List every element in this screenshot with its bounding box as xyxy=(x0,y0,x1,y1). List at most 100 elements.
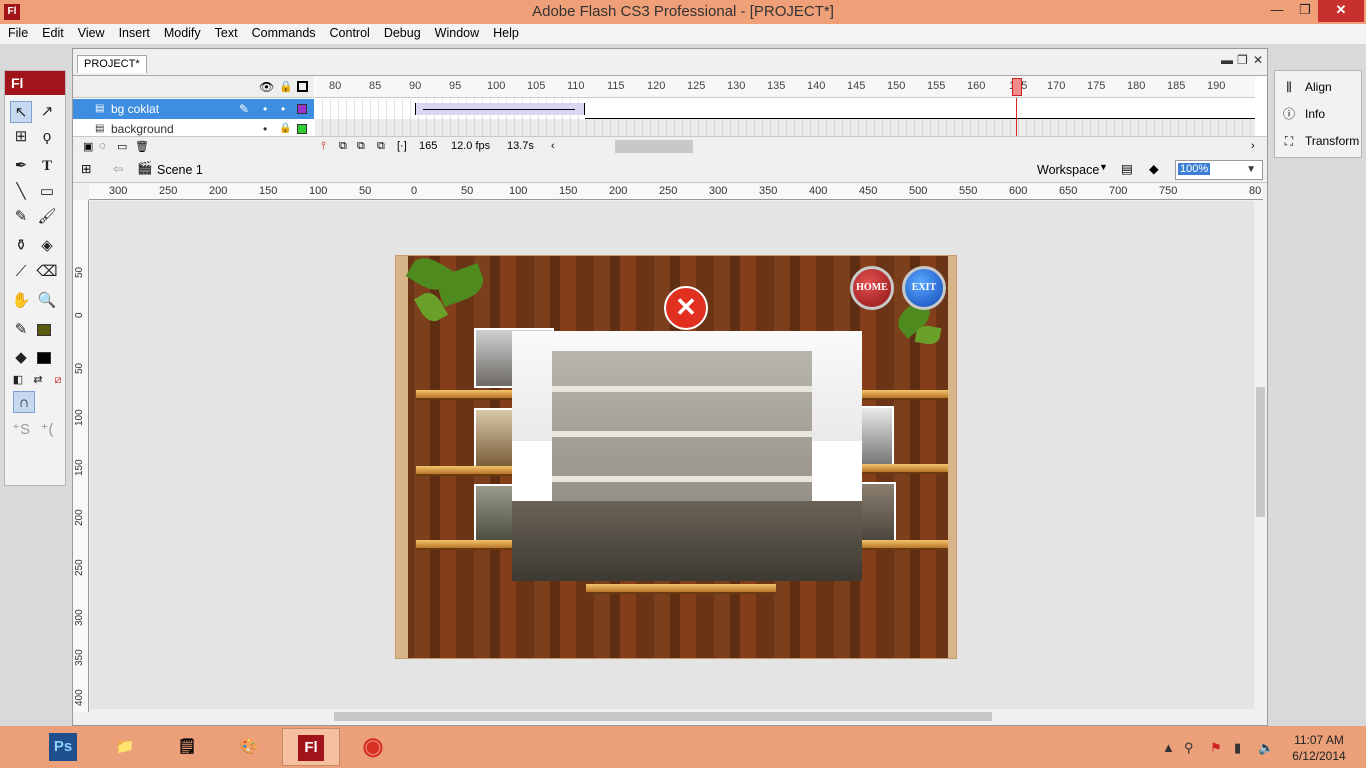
document-tab[interactable]: PROJECT* xyxy=(77,55,147,73)
fill-color-icon[interactable]: ◆ xyxy=(10,347,32,369)
add-motion-guide-icon[interactable]: ◌ xyxy=(99,140,106,152)
menu-edit[interactable]: Edit xyxy=(34,24,70,40)
menu-file[interactable]: File xyxy=(0,24,34,40)
building-photo[interactable] xyxy=(512,331,862,581)
straighten-icon[interactable]: ⁺( xyxy=(36,419,58,441)
edit-scene-icon[interactable]: ▤ xyxy=(1121,161,1133,176)
paint-icon[interactable]: 🎨 xyxy=(220,728,278,766)
horizontal-scroll-thumb[interactable] xyxy=(334,712,992,721)
center-frame-icon[interactable]: ⫯ xyxy=(321,140,326,153)
menu-debug[interactable]: Debug xyxy=(376,24,427,40)
scroll-right-icon[interactable]: › xyxy=(1251,140,1255,152)
thumbnail-photo[interactable] xyxy=(860,482,896,544)
stage-close-button[interactable]: ✕ xyxy=(664,286,708,330)
home-button[interactable]: HOME xyxy=(850,266,894,310)
flash-icon[interactable]: Fl xyxy=(298,735,324,761)
align-panel-button[interactable]: ⫼ Align xyxy=(1279,75,1331,99)
eraser-tool-icon[interactable]: ⌫ xyxy=(36,261,58,283)
thumbnail-photo[interactable] xyxy=(474,484,514,542)
hand-tool-icon[interactable]: ✋ xyxy=(10,290,32,312)
menu-help[interactable]: Help xyxy=(485,24,525,40)
menu-modify[interactable]: Modify xyxy=(156,24,207,40)
swap-colors-icon[interactable]: ⇄ xyxy=(27,369,49,391)
snap-magnet-icon[interactable]: ∩ xyxy=(13,391,35,413)
zoom-chevron-icon[interactable]: ▼ xyxy=(1244,164,1258,175)
doc-minimize-icon[interactable]: ▬ xyxy=(1221,53,1233,67)
menu-text[interactable]: Text xyxy=(207,24,244,40)
free-transform-tool-icon[interactable]: ⊞ xyxy=(10,126,32,148)
timeline-toggle-icon[interactable]: ⊞ xyxy=(81,161,91,176)
transform-panel-button[interactable]: ⛶ Transform xyxy=(1279,129,1359,153)
restore-button[interactable]: ❐ xyxy=(1290,0,1320,22)
exit-button[interactable]: EXIT xyxy=(902,266,946,310)
close-button[interactable]: ✕ xyxy=(1318,0,1364,22)
scene-name[interactable]: Scene 1 xyxy=(157,163,203,177)
frames-row-bg-coklat[interactable] xyxy=(315,99,1255,119)
layer-color-box[interactable] xyxy=(297,104,307,114)
menu-insert[interactable]: Insert xyxy=(111,24,156,40)
timeline-scroll-thumb[interactable] xyxy=(615,140,693,153)
eyedropper-tool-icon[interactable]: ⟋ xyxy=(10,261,32,283)
line-tool-icon[interactable]: ╲ xyxy=(10,181,32,203)
selection-tool-icon[interactable]: ↖ xyxy=(10,101,32,123)
lock-all-icon[interactable]: 🔒 xyxy=(279,80,293,93)
folder-icon[interactable]: 📁 xyxy=(96,728,154,766)
layer-visible-dot[interactable]: • xyxy=(263,99,267,119)
rectangle-tool-icon[interactable]: ▭ xyxy=(36,181,58,203)
doc-close-icon[interactable]: ✕ xyxy=(1253,53,1263,67)
layer-lock-dot[interactable]: • xyxy=(281,99,285,119)
horizontal-scrollbar[interactable] xyxy=(90,709,1254,723)
thumbnail-photo[interactable] xyxy=(860,406,894,466)
no-color-icon[interactable]: ⧄ xyxy=(47,369,69,391)
insert-folder-icon[interactable]: ▭ xyxy=(117,140,127,153)
menu-control[interactable]: Control xyxy=(322,24,376,40)
lasso-tool-icon[interactable]: ϙ xyxy=(36,126,58,148)
layer-color-box[interactable] xyxy=(297,124,307,134)
text-tool-icon[interactable]: T xyxy=(36,155,58,177)
brush-tool-icon[interactable]: 🖌 xyxy=(36,206,58,228)
tray-chevron-icon[interactable]: ▲ xyxy=(1162,740,1175,755)
menu-view[interactable]: View xyxy=(70,24,111,40)
onion-skin-icon[interactable]: ⧉ xyxy=(339,140,347,153)
playhead[interactable] xyxy=(1012,78,1022,96)
notes-icon[interactable]: 🗒 xyxy=(158,728,216,766)
modify-onion-markers-icon[interactable]: [·] xyxy=(397,140,407,152)
fill-color-swatch[interactable] xyxy=(37,352,51,364)
workspace-dropdown[interactable]: Workspace xyxy=(1037,163,1099,177)
thumbnail-photo[interactable] xyxy=(474,408,514,468)
onion-outlines-icon[interactable]: ⧉ xyxy=(357,140,365,153)
menu-commands[interactable]: Commands xyxy=(244,24,322,40)
photoshop-icon[interactable]: Ps xyxy=(49,733,77,761)
ink-bottle-tool-icon[interactable]: ⚱ xyxy=(10,235,32,257)
pasteboard[interactable]: ✕ HOME EXIT xyxy=(90,201,1254,709)
edit-symbols-icon[interactable]: ◆ xyxy=(1149,161,1159,176)
edit-multiple-frames-icon[interactable]: ⧉ xyxy=(377,140,385,153)
minimize-button[interactable]: — xyxy=(1262,0,1292,22)
doc-restore-icon[interactable]: ❐ xyxy=(1237,53,1248,67)
black-white-icon[interactable]: ◧ xyxy=(7,369,29,391)
workspace-chevron-icon[interactable]: ▼ xyxy=(1099,162,1108,172)
info-panel-button[interactable]: ⓘ Info xyxy=(1279,102,1325,126)
outline-all-icon[interactable] xyxy=(297,81,308,92)
delete-layer-icon[interactable]: 🗑 xyxy=(135,140,149,153)
vertical-scroll-thumb[interactable] xyxy=(1256,387,1265,517)
vertical-scrollbar[interactable] xyxy=(1254,201,1267,709)
chrome-icon[interactable]: ◉ xyxy=(344,728,402,766)
pen-tool-icon[interactable]: ✒ xyxy=(10,155,32,177)
paint-bucket-tool-icon[interactable]: ◈ xyxy=(36,235,58,257)
back-arrow-icon[interactable]: ⇦ xyxy=(113,161,123,176)
flag-icon[interactable]: ⚑ xyxy=(1210,740,1222,756)
zoom-tool-icon[interactable]: 🔍 xyxy=(36,290,58,312)
pencil-tool-icon[interactable]: ✎ xyxy=(10,206,32,228)
stroke-color-swatch[interactable] xyxy=(37,324,51,336)
layer-bg-coklat[interactable]: ▤ bg coklat ✎ • • xyxy=(73,99,314,119)
insert-layer-icon[interactable]: ▣ xyxy=(83,140,93,153)
scroll-left-icon[interactable]: ‹ xyxy=(551,140,555,152)
device-icon[interactable]: ⚲ xyxy=(1184,740,1194,756)
network-icon[interactable]: ▮ xyxy=(1234,740,1241,756)
subselection-tool-icon[interactable]: ↗ xyxy=(36,101,58,123)
zoom-select[interactable]: 100% ▼ xyxy=(1175,160,1263,180)
show-hide-eye-icon[interactable]: 👁 xyxy=(259,80,274,94)
menu-window[interactable]: Window xyxy=(427,24,485,40)
smooth-icon[interactable]: ⁺S xyxy=(10,419,32,441)
